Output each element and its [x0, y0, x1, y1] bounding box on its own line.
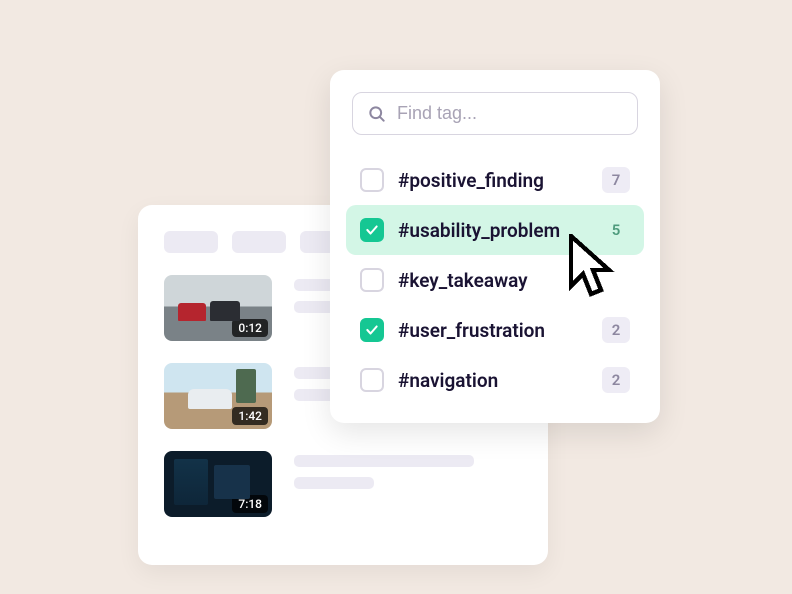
- tag-item-positive-finding[interactable]: #positive_finding 7: [346, 155, 644, 205]
- video-thumbnail[interactable]: 7:18: [164, 451, 272, 517]
- tag-item-navigation[interactable]: #navigation 2: [346, 355, 644, 405]
- tag-label: #key_takeaway: [398, 269, 588, 292]
- checkbox[interactable]: [360, 268, 384, 292]
- video-duration: 0:12: [232, 319, 268, 337]
- video-thumbnail[interactable]: 0:12: [164, 275, 272, 341]
- video-duration: 1:42: [232, 407, 268, 425]
- placeholder-pill: [164, 231, 218, 253]
- video-meta-placeholder: [294, 451, 522, 499]
- tag-label: #positive_finding: [398, 169, 588, 192]
- tag-label: #navigation: [398, 369, 588, 392]
- tag-picker-card: #positive_finding 7 #usability_problem 5…: [330, 70, 660, 423]
- tag-count-badge: 2: [602, 317, 630, 343]
- tag-count-badge: 2: [602, 367, 630, 393]
- tag-label: #usability_problem: [398, 219, 588, 242]
- checkbox[interactable]: [360, 218, 384, 242]
- tag-count-badge: 7: [602, 167, 630, 193]
- tag-item-user-frustration[interactable]: #user_frustration 2: [346, 305, 644, 355]
- search-field-wrap[interactable]: [352, 92, 638, 135]
- placeholder-pill: [232, 231, 286, 253]
- video-row[interactable]: 7:18: [164, 451, 522, 517]
- checkbox[interactable]: [360, 368, 384, 392]
- tag-label: #user_frustration: [398, 319, 588, 342]
- search-input[interactable]: [397, 103, 623, 124]
- tag-item-key-takeaway[interactable]: #key_takeaway: [346, 255, 644, 305]
- search-icon: [367, 104, 387, 124]
- checkbox[interactable]: [360, 168, 384, 192]
- video-thumbnail[interactable]: 1:42: [164, 363, 272, 429]
- video-duration: 7:18: [232, 495, 268, 513]
- checkbox[interactable]: [360, 318, 384, 342]
- tag-count-badge: 5: [602, 217, 630, 243]
- tag-item-usability-problem[interactable]: #usability_problem 5: [346, 205, 644, 255]
